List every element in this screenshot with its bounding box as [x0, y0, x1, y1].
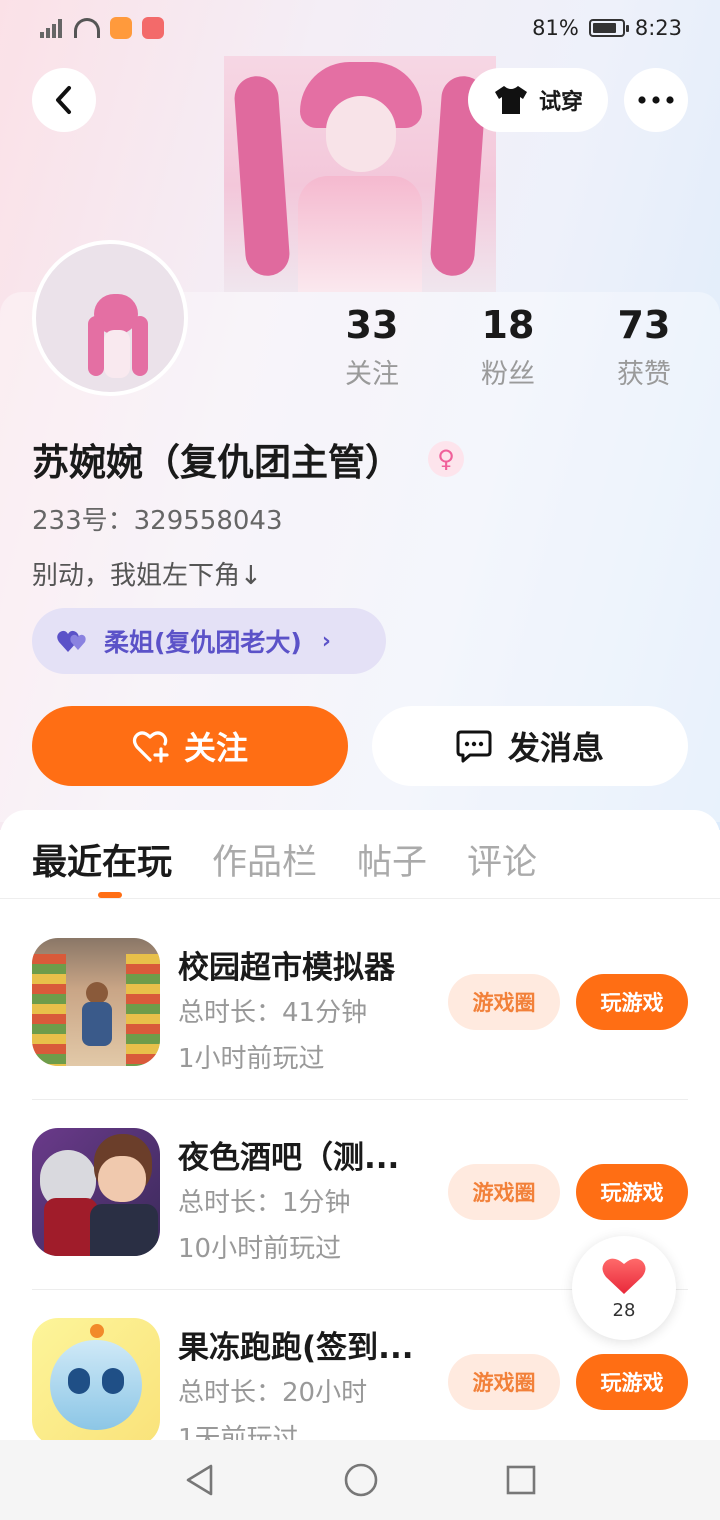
stat-followers[interactable]: 18 粉丝 — [448, 302, 568, 391]
try-on-label: 试穿 — [538, 90, 583, 115]
send-message-label: 发消息 — [507, 729, 604, 767]
stat-label: 获赞 — [617, 359, 671, 390]
game-last-played: 1小时前玩过 — [178, 1044, 325, 1074]
follow-label: 关注 — [183, 729, 248, 767]
female-icon: ♀ — [428, 441, 464, 477]
user-name: 苏婉婉（复仇团主管） — [32, 441, 402, 484]
system-navigation-bar — [0, 1440, 720, 1520]
game-last-played: 10小时前玩过 — [178, 1234, 342, 1264]
tab-bar: 最近在玩 作品栏 帖子 评论 — [32, 834, 537, 885]
heart-plus-icon — [132, 731, 169, 763]
game-icon — [32, 1128, 160, 1256]
double-heart-icon — [57, 630, 86, 652]
tab-recently-played[interactable]: 最近在玩 — [32, 834, 172, 885]
chat-bubble-icon — [456, 730, 492, 763]
send-message-button[interactable]: 发消息 — [372, 706, 688, 786]
status-bar: 81% 8:23 — [0, 0, 720, 56]
chevron-left-icon — [56, 86, 71, 114]
chevron-right-icon: › — [321, 628, 331, 654]
follow-button[interactable]: 关注 — [32, 706, 348, 786]
back-button[interactable] — [32, 68, 96, 132]
signal-icon — [40, 18, 64, 38]
nav-recents-icon[interactable] — [505, 1464, 537, 1496]
game-circle-button[interactable]: 游戏圈 — [448, 1354, 560, 1410]
user-avatar[interactable] — [32, 240, 188, 396]
user-id[interactable]: 233号：329558043 — [32, 500, 283, 537]
game-icon — [32, 938, 160, 1066]
wifi-icon — [74, 18, 100, 38]
play-game-button[interactable]: 玩游戏 — [576, 1354, 688, 1410]
user-bio: 别动，我姐左下角↓ — [32, 561, 262, 591]
play-game-button[interactable]: 玩游戏 — [576, 1164, 688, 1220]
relationship-label: 柔姐(复仇团老大) — [104, 628, 302, 657]
battery-icon — [588, 19, 629, 37]
game-playtime: 总时长：1分钟 — [178, 1188, 351, 1218]
stat-likes[interactable]: 73 获赞 — [584, 302, 704, 391]
like-count: 28 — [612, 1299, 636, 1321]
nav-home-icon[interactable] — [343, 1462, 379, 1498]
heart-icon — [602, 1258, 646, 1294]
tab-posts[interactable]: 帖子 — [357, 834, 427, 885]
game-list-item[interactable]: 校园超市模拟器 总时长：41分钟 1小时前玩过 游戏圈 玩游戏 — [32, 910, 688, 1100]
nav-back-icon[interactable] — [183, 1463, 217, 1497]
tab-comments[interactable]: 评论 — [467, 834, 537, 885]
content-panel: 最近在玩 作品栏 帖子 评论 校园超市模拟器 总时长：41分钟 1小时前玩过 游… — [0, 810, 720, 1454]
game-title: 果冻跑跑(签到... — [178, 1330, 414, 1366]
tab-works[interactable]: 作品栏 — [212, 834, 317, 885]
stat-label: 关注 — [345, 359, 399, 390]
game-title: 夜色酒吧（测... — [178, 1140, 400, 1176]
name-row: 苏婉婉（复仇团主管） ♀ — [32, 432, 464, 486]
floating-like-button[interactable]: 28 — [572, 1236, 676, 1340]
app-notification-icon — [142, 17, 164, 39]
stat-value: 73 — [617, 303, 671, 347]
game-circle-button[interactable]: 游戏圈 — [448, 974, 560, 1030]
game-title: 校园超市模拟器 — [178, 950, 395, 986]
more-options-button[interactable] — [624, 68, 688, 132]
stat-label: 粉丝 — [481, 359, 535, 390]
game-circle-button[interactable]: 游戏圈 — [448, 1164, 560, 1220]
character-showcase-image — [224, 56, 496, 292]
tshirt-icon — [494, 86, 527, 114]
more-dots-icon — [638, 96, 674, 104]
game-playtime: 总时长：41分钟 — [178, 998, 368, 1028]
game-playtime: 总时长：20小时 — [178, 1378, 368, 1408]
play-game-button[interactable]: 玩游戏 — [576, 974, 688, 1030]
clock: 8:23 — [634, 16, 682, 40]
relationship-tag[interactable]: 柔姐(复仇团老大) › — [32, 608, 386, 674]
game-icon — [32, 1318, 160, 1446]
stat-following[interactable]: 33 关注 — [312, 302, 432, 391]
stat-value: 18 — [481, 303, 535, 347]
battery-percentage: 81% — [532, 16, 579, 40]
try-on-button[interactable]: 试穿 — [468, 68, 608, 132]
stat-value: 33 — [345, 303, 399, 347]
app-notification-icon — [110, 17, 132, 39]
divider — [0, 898, 720, 899]
